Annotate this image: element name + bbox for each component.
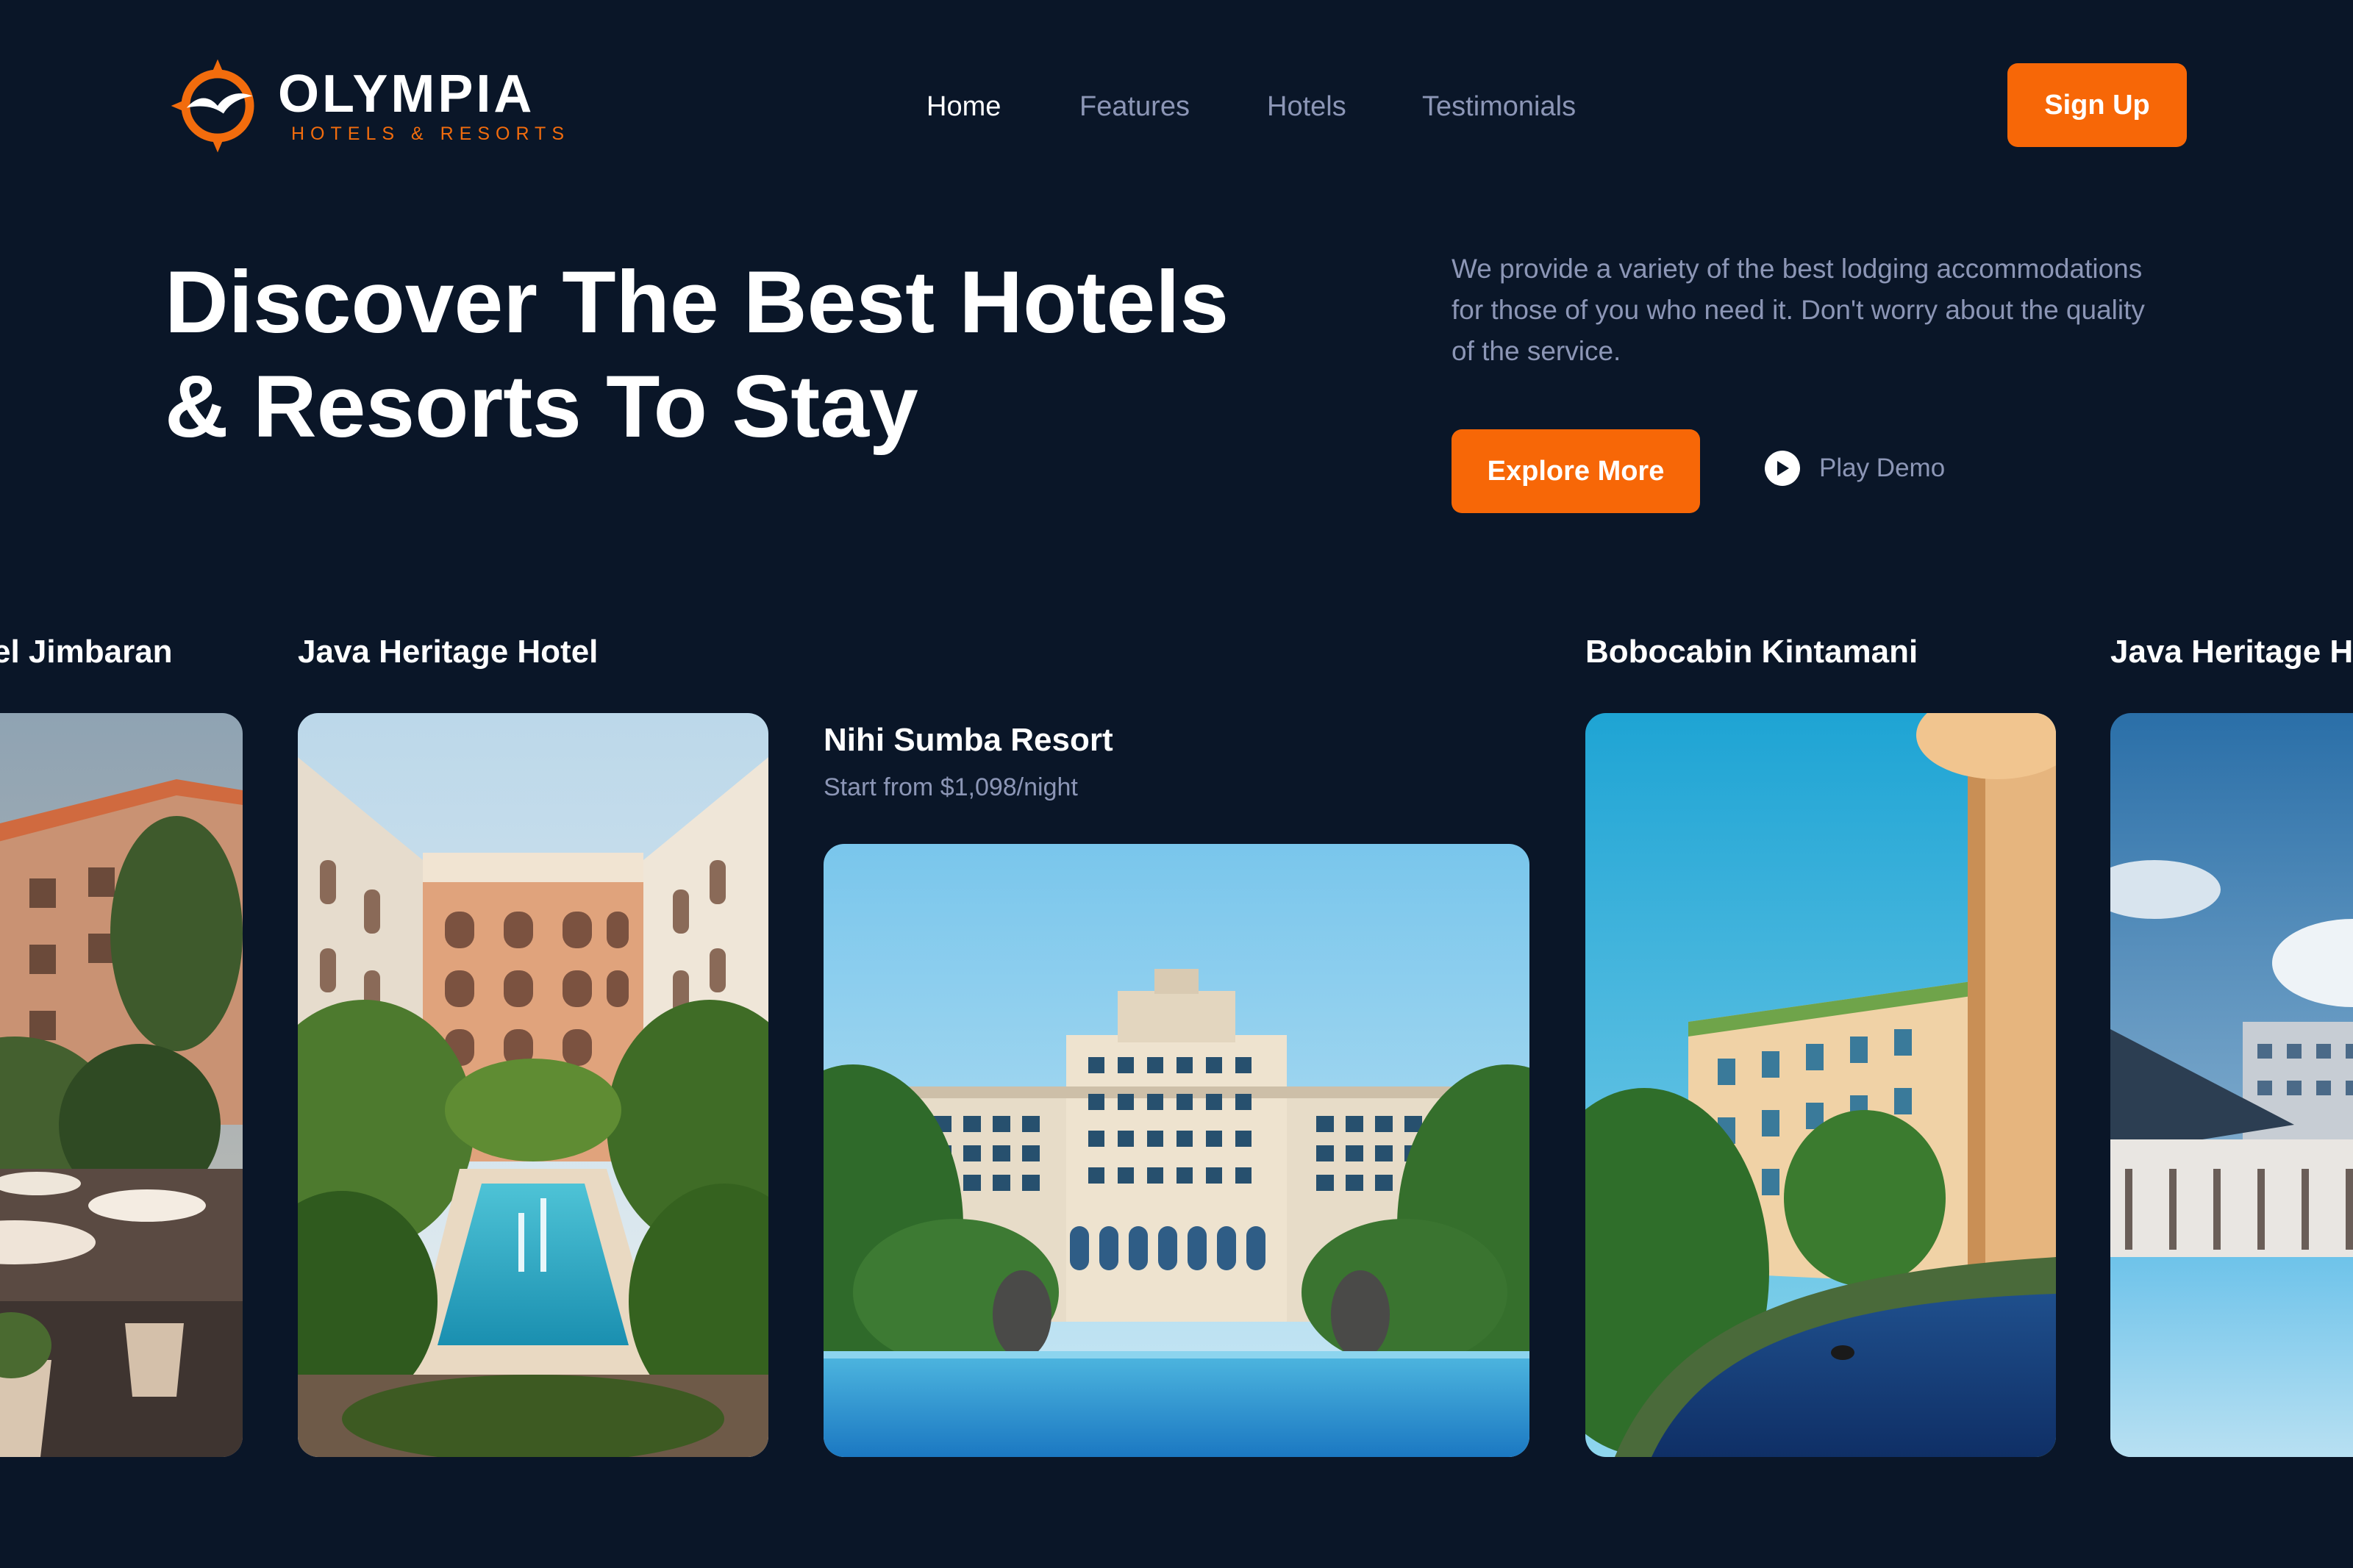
hero-title: Discover The Best Hotels & Resorts To St… xyxy=(165,250,1268,459)
play-demo-button[interactable]: Play Demo xyxy=(1765,451,1945,486)
play-demo-label: Play Demo xyxy=(1819,454,1946,482)
nav-testimonials[interactable]: Testimonials xyxy=(1422,87,1576,126)
hotel-card-title[interactable]: el Jimbaran xyxy=(0,634,173,670)
nav-features[interactable]: Features xyxy=(1079,87,1190,126)
hotel-card-title[interactable]: Nihi Sumba Resort xyxy=(824,722,1113,759)
hotel-card-image[interactable] xyxy=(298,713,768,1457)
nav-home[interactable]: Home xyxy=(926,87,1001,126)
hotel-card-image[interactable] xyxy=(0,713,243,1457)
nav-hotels[interactable]: Hotels xyxy=(1267,87,1346,126)
hotel-card-title[interactable]: Java Heritage H xyxy=(2110,634,2353,670)
hotel-card-price: Start from $1,098/night xyxy=(824,773,1078,801)
hotel-card-title[interactable]: Java Heritage Hotel xyxy=(298,634,598,670)
hotel-card-image[interactable] xyxy=(2110,713,2353,1457)
sign-up-button[interactable]: Sign Up xyxy=(2007,63,2187,147)
main-nav: Home Features Hotels Testimonials xyxy=(0,87,2353,126)
hero-description: We provide a variety of the best lodging… xyxy=(1452,254,2145,366)
hotel-card-image-featured[interactable] xyxy=(824,844,1529,1457)
landing-page: OLYMPIA HOTELS & RESORTS Home Features H… xyxy=(0,0,2353,1568)
hotel-card-image[interactable] xyxy=(1585,713,2056,1457)
hero-title-line-1: Discover The Best Hotels xyxy=(165,253,1229,351)
hotel-card-title[interactable]: Bobocabin Kintamani xyxy=(1585,634,1918,670)
explore-more-button[interactable]: Explore More xyxy=(1452,429,1700,513)
hero-title-line-2: & Resorts To Stay xyxy=(165,357,918,456)
play-icon xyxy=(1765,451,1800,486)
